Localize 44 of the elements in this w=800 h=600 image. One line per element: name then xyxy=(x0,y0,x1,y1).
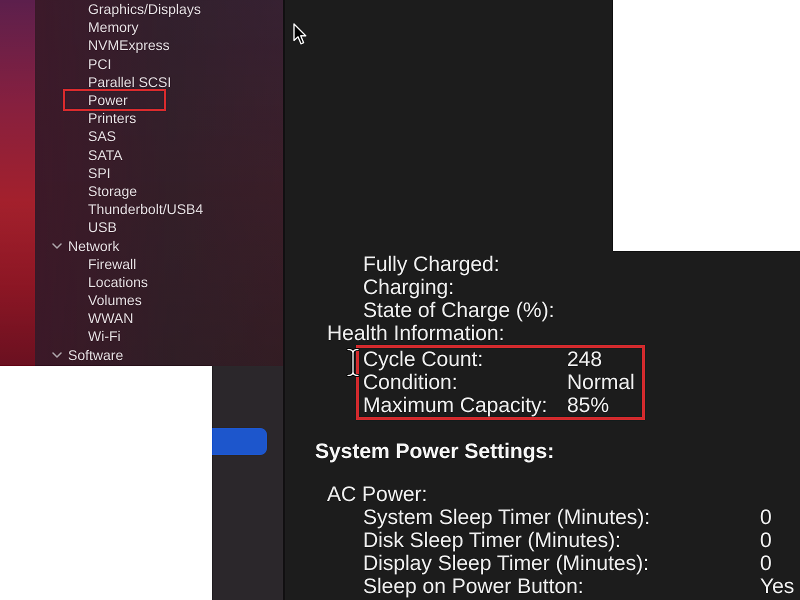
sidebar-item[interactable]: Thunderbolt/USB4 xyxy=(88,201,204,218)
sidebar-item[interactable]: Memory xyxy=(88,19,139,36)
sidebar-item[interactable]: Locations xyxy=(88,274,148,290)
sidebar-item[interactable]: Power xyxy=(88,92,128,108)
group-label: AC Power: xyxy=(327,483,428,506)
chevron-down-icon[interactable] xyxy=(52,242,62,249)
sidebar-item[interactable]: USB xyxy=(88,219,117,236)
property-label: Cycle Count: xyxy=(363,348,484,371)
property-label: Display Sleep Timer (Minutes): xyxy=(363,552,649,575)
property-value: 0 xyxy=(760,506,772,529)
sidebar-item[interactable]: Firewall xyxy=(88,256,136,272)
property-label: Fully Charged: xyxy=(363,253,500,276)
sidebar-item[interactable]: Storage xyxy=(88,182,138,199)
sidebar-item[interactable]: NVMExpress xyxy=(88,37,170,54)
pointer-icon xyxy=(293,23,307,45)
property-value: 0 xyxy=(760,529,772,552)
sidebar-section[interactable]: Network xyxy=(68,238,120,254)
sidebar-item[interactable]: Wi-Fi xyxy=(88,328,121,344)
property-label: Sleep on Power Button: xyxy=(363,575,584,598)
sidebar-item[interactable]: Printers xyxy=(88,110,136,126)
sidebar-item[interactable]: SPI xyxy=(88,164,111,181)
property-value: 0 xyxy=(760,552,772,575)
text-cursor-icon xyxy=(346,348,360,377)
property-label: System Sleep Timer (Minutes): xyxy=(363,506,650,529)
property-value: 248 xyxy=(567,348,602,371)
sidebar-item[interactable]: SAS xyxy=(88,128,116,144)
property-value: Normal xyxy=(567,371,635,394)
sidebar-item[interactable]: PCI xyxy=(88,56,112,72)
sidebar-item[interactable]: Graphics/Displays xyxy=(88,1,201,17)
sidebar-item[interactable]: SATA xyxy=(88,146,122,162)
sidebar-item[interactable]: Parallel SCSI xyxy=(88,74,172,90)
property-label: State of Charge (%): xyxy=(363,299,554,322)
property-label: Maximum Capacity: xyxy=(363,394,548,417)
section-heading: System Power Settings: xyxy=(315,440,554,463)
sidebar-item[interactable]: WWAN xyxy=(88,310,134,326)
property-label: Condition: xyxy=(363,371,458,394)
property-label: Disk Sleep Timer (Minutes): xyxy=(363,529,621,552)
sidebar-item[interactable]: Volumes xyxy=(88,292,142,308)
sidebar-section[interactable]: Software xyxy=(68,346,124,363)
property-label: Charging: xyxy=(363,276,454,299)
property-value: 85% xyxy=(567,394,610,417)
property-value: Yes xyxy=(760,575,794,598)
chevron-down-icon[interactable] xyxy=(52,352,62,358)
group-label: Health Information: xyxy=(327,322,504,345)
